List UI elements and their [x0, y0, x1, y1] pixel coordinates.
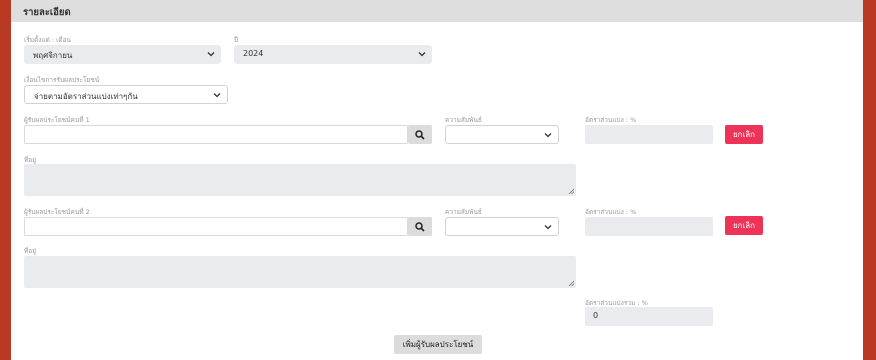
year-label: ปี [234, 36, 239, 44]
start-month-label: เริ่มตั้งแต่ : เดือน [24, 36, 71, 44]
beneficiary-2-relation-select[interactable] [445, 217, 559, 236]
beneficiary-2-name-input[interactable] [24, 217, 408, 236]
beneficiary-1-share-field[interactable] [585, 125, 713, 144]
chevron-down-icon [544, 133, 552, 138]
section-header: รายละเอียด [11, 0, 863, 22]
beneficiary-2-share-label: อัตราส่วนแบ่ง : % [585, 208, 637, 216]
beneficiary-1-address-textarea[interactable] [24, 164, 576, 196]
chevron-down-icon [544, 225, 552, 230]
search-icon [415, 130, 425, 140]
beneficiary-1-search-button[interactable] [408, 125, 432, 144]
beneficiary-1-relation-label: ความสัมพันธ์ [445, 116, 482, 124]
chevron-down-icon [207, 52, 215, 57]
beneficiary-1-cancel-button[interactable]: ยกเลิก [725, 125, 763, 144]
beneficiary-1-relation-select[interactable] [445, 125, 559, 144]
chevron-down-icon [213, 93, 221, 98]
total-share-field: 0 [585, 307, 713, 326]
start-month-value: พฤศจิกายน [33, 51, 73, 60]
beneficiary-2-share-field[interactable] [585, 217, 713, 236]
add-beneficiary-button[interactable]: เพิ่มผู้รับผลประโยชน์ [394, 335, 482, 354]
total-share-value: 0 [593, 311, 599, 320]
resize-grip-icon [568, 188, 574, 194]
chevron-down-icon [418, 52, 426, 57]
condition-label: เงื่อนไขการรับผลประโยชน์ [24, 76, 100, 84]
beneficiary-2-address-textarea[interactable] [24, 256, 576, 288]
beneficiary-2-relation-label: ความสัมพันธ์ [445, 208, 482, 216]
year-value: 2024 [243, 49, 264, 58]
search-icon [415, 222, 425, 232]
start-month-select[interactable]: พฤศจิกายน [24, 45, 221, 64]
beneficiary-2-label: ผู้รับผลประโยชน์คนที่ 2 [24, 208, 90, 216]
beneficiary-2-cancel-button[interactable]: ยกเลิก [725, 216, 763, 235]
beneficiary-1-label: ผู้รับผลประโยชน์คนที่ 1 [24, 116, 90, 124]
resize-grip-icon [568, 280, 574, 286]
year-select[interactable]: 2024 [234, 45, 432, 64]
condition-value: จ่ายตามอัตราส่วนแบ่งเท่าๆกัน [34, 92, 138, 101]
beneficiary-1-name-input[interactable] [24, 125, 408, 144]
beneficiary-1-share-label: อัตราส่วนแบ่ง : % [585, 116, 637, 124]
condition-select[interactable]: จ่ายตามอัตราส่วนแบ่งเท่าๆกัน [24, 85, 228, 104]
details-card: รายละเอียด เริ่มตั้งแต่ : เดือน พฤศจิกาย… [11, 0, 863, 360]
beneficiary-2-address-label: ที่อยู่ [24, 247, 36, 255]
section-title: รายละเอียด [23, 7, 71, 18]
beneficiary-2-search-button[interactable] [408, 217, 432, 236]
